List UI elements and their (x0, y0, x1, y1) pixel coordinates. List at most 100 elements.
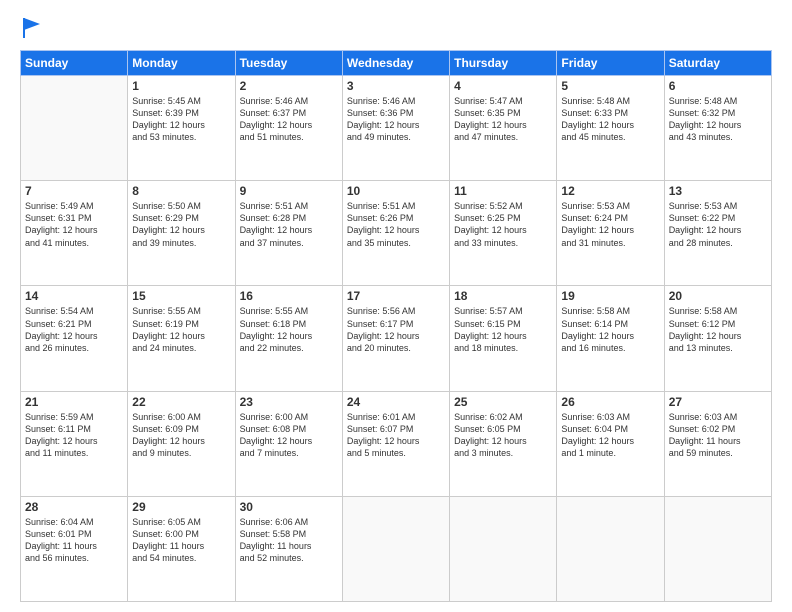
day-number: 28 (25, 500, 123, 514)
week-row-5: 28Sunrise: 6:04 AM Sunset: 6:01 PM Dayli… (21, 496, 772, 601)
calendar-cell: 2Sunrise: 5:46 AM Sunset: 6:37 PM Daylig… (235, 76, 342, 181)
calendar-cell: 24 Sunrise: 6:01 AM Sunset: 6:07 PM Dayli… (342, 391, 449, 496)
day-number: 29 (132, 500, 230, 514)
calendar-cell: 22 Sunrise: 6:00 AM Sunset: 6:09 PM Dayli… (128, 391, 235, 496)
week-row-4: 21Sunrise: 5:59 AM Sunset: 6:11 PM Dayli… (21, 391, 772, 496)
cell-info: Sunrise: 6:03 AM Sunset: 6:04 PM Dayligh… (561, 411, 659, 460)
day-number: 8 (132, 184, 230, 198)
day-number: 17 (347, 289, 445, 303)
cell-info: Sunrise: 5:53 AM Sunset: 6:22 PM Dayligh… (669, 200, 767, 249)
cell-info: Sunrise: 6:02 AM Sunset: 6:05 PM Dayligh… (454, 411, 552, 460)
day-number: 13 (669, 184, 767, 198)
calendar-cell: 18 Sunrise: 5:57 AM Sunset: 6:15 PM Dayli… (450, 286, 557, 391)
weekday-header-sunday: Sunday (21, 51, 128, 76)
day-number: 27 (669, 395, 767, 409)
weekday-header-row: SundayMondayTuesdayWednesdayThursdayFrid… (21, 51, 772, 76)
cell-info: Sunrise: 5:49 AM Sunset: 6:31 PM Dayligh… (25, 200, 123, 249)
calendar-cell: 11 Sunrise: 5:52 AM Sunset: 6:25 PM Dayli… (450, 181, 557, 286)
day-number: 30 (240, 500, 338, 514)
calendar-cell: 10 Sunrise: 5:51 AM Sunset: 6:26 PM Dayli… (342, 181, 449, 286)
week-row-3: 14 Sunrise: 5:54 AM Sunset: 6:21 PM Dayli… (21, 286, 772, 391)
weekday-header-wednesday: Wednesday (342, 51, 449, 76)
calendar-cell: 7 Sunrise: 5:49 AM Sunset: 6:31 PM Daylig… (21, 181, 128, 286)
day-number: 18 (454, 289, 552, 303)
cell-info: Sunrise: 6:05 AM Sunset: 6:00 PM Dayligh… (132, 516, 230, 565)
day-number: 12 (561, 184, 659, 198)
calendar-cell: 12 Sunrise: 5:53 AM Sunset: 6:24 PM Dayli… (557, 181, 664, 286)
calendar-cell: 25 Sunrise: 6:02 AM Sunset: 6:05 PM Dayli… (450, 391, 557, 496)
day-number: 22 (132, 395, 230, 409)
calendar-cell: 19Sunrise: 5:58 AM Sunset: 6:14 PM Dayli… (557, 286, 664, 391)
cell-info: Sunrise: 5:58 AM Sunset: 6:12 PM Dayligh… (669, 305, 767, 354)
calendar-cell: 8Sunrise: 5:50 AM Sunset: 6:29 PM Daylig… (128, 181, 235, 286)
day-number: 11 (454, 184, 552, 198)
calendar-cell: 15 Sunrise: 5:55 AM Sunset: 6:19 PM Dayli… (128, 286, 235, 391)
calendar-cell: 23 Sunrise: 6:00 AM Sunset: 6:08 PM Dayli… (235, 391, 342, 496)
cell-info: Sunrise: 5:47 AM Sunset: 6:35 PM Dayligh… (454, 95, 552, 144)
calendar-cell: 5 Sunrise: 5:48 AM Sunset: 6:33 PM Daylig… (557, 76, 664, 181)
day-number: 23 (240, 395, 338, 409)
day-number: 7 (25, 184, 123, 198)
weekday-header-monday: Monday (128, 51, 235, 76)
cell-info: Sunrise: 5:48 AM Sunset: 6:33 PM Dayligh… (561, 95, 659, 144)
day-number: 9 (240, 184, 338, 198)
cell-info: Sunrise: 5:51 AM Sunset: 6:26 PM Dayligh… (347, 200, 445, 249)
calendar-cell: 4 Sunrise: 5:47 AM Sunset: 6:35 PM Daylig… (450, 76, 557, 181)
calendar-cell (21, 76, 128, 181)
calendar-cell (342, 496, 449, 601)
calendar-table: SundayMondayTuesdayWednesdayThursdayFrid… (20, 50, 772, 602)
week-row-2: 7 Sunrise: 5:49 AM Sunset: 6:31 PM Daylig… (21, 181, 772, 286)
day-number: 24 (347, 395, 445, 409)
calendar-cell (664, 496, 771, 601)
day-number: 26 (561, 395, 659, 409)
calendar-cell: 17 Sunrise: 5:56 AM Sunset: 6:17 PM Dayli… (342, 286, 449, 391)
logo-icon (22, 16, 42, 40)
weekday-header-thursday: Thursday (450, 51, 557, 76)
cell-info: Sunrise: 5:56 AM Sunset: 6:17 PM Dayligh… (347, 305, 445, 354)
day-number: 20 (669, 289, 767, 303)
cell-info: Sunrise: 5:55 AM Sunset: 6:19 PM Dayligh… (132, 305, 230, 354)
cell-info: Sunrise: 5:52 AM Sunset: 6:25 PM Dayligh… (454, 200, 552, 249)
cell-info: Sunrise: 5:48 AM Sunset: 6:32 PM Dayligh… (669, 95, 767, 144)
cell-info: Sunrise: 5:51 AM Sunset: 6:28 PM Dayligh… (240, 200, 338, 249)
logo (20, 16, 42, 40)
day-number: 10 (347, 184, 445, 198)
cell-info: Sunrise: 5:46 AM Sunset: 6:36 PM Dayligh… (347, 95, 445, 144)
weekday-header-saturday: Saturday (664, 51, 771, 76)
day-number: 25 (454, 395, 552, 409)
cell-info: Sunrise: 5:54 AM Sunset: 6:21 PM Dayligh… (25, 305, 123, 354)
calendar-cell: 26 Sunrise: 6:03 AM Sunset: 6:04 PM Dayli… (557, 391, 664, 496)
cell-info: Sunrise: 5:45 AM Sunset: 6:39 PM Dayligh… (132, 95, 230, 144)
calendar-cell: 28Sunrise: 6:04 AM Sunset: 6:01 PM Dayli… (21, 496, 128, 601)
calendar-cell: 1Sunrise: 5:45 AM Sunset: 6:39 PM Daylig… (128, 76, 235, 181)
day-number: 15 (132, 289, 230, 303)
weekday-header-tuesday: Tuesday (235, 51, 342, 76)
cell-info: Sunrise: 5:46 AM Sunset: 6:37 PM Dayligh… (240, 95, 338, 144)
calendar-cell: 16Sunrise: 5:55 AM Sunset: 6:18 PM Dayli… (235, 286, 342, 391)
calendar-cell: 20 Sunrise: 5:58 AM Sunset: 6:12 PM Dayli… (664, 286, 771, 391)
calendar-cell: 29 Sunrise: 6:05 AM Sunset: 6:00 PM Dayli… (128, 496, 235, 601)
day-number: 6 (669, 79, 767, 93)
cell-info: Sunrise: 5:53 AM Sunset: 6:24 PM Dayligh… (561, 200, 659, 249)
day-number: 3 (347, 79, 445, 93)
calendar-cell (557, 496, 664, 601)
day-number: 4 (454, 79, 552, 93)
weekday-header-friday: Friday (557, 51, 664, 76)
calendar-cell: 21Sunrise: 5:59 AM Sunset: 6:11 PM Dayli… (21, 391, 128, 496)
cell-info: Sunrise: 6:01 AM Sunset: 6:07 PM Dayligh… (347, 411, 445, 460)
cell-info: Sunrise: 6:00 AM Sunset: 6:09 PM Dayligh… (132, 411, 230, 460)
cell-info: Sunrise: 6:03 AM Sunset: 6:02 PM Dayligh… (669, 411, 767, 460)
cell-info: Sunrise: 5:59 AM Sunset: 6:11 PM Dayligh… (25, 411, 123, 460)
cell-info: Sunrise: 6:06 AM Sunset: 5:58 PM Dayligh… (240, 516, 338, 565)
calendar-cell (450, 496, 557, 601)
day-number: 5 (561, 79, 659, 93)
cell-info: Sunrise: 6:00 AM Sunset: 6:08 PM Dayligh… (240, 411, 338, 460)
header (20, 16, 772, 40)
week-row-1: 1Sunrise: 5:45 AM Sunset: 6:39 PM Daylig… (21, 76, 772, 181)
calendar-cell: 14 Sunrise: 5:54 AM Sunset: 6:21 PM Dayli… (21, 286, 128, 391)
cell-info: Sunrise: 5:57 AM Sunset: 6:15 PM Dayligh… (454, 305, 552, 354)
calendar-cell: 13 Sunrise: 5:53 AM Sunset: 6:22 PM Dayli… (664, 181, 771, 286)
calendar-cell: 30 Sunrise: 6:06 AM Sunset: 5:58 PM Dayli… (235, 496, 342, 601)
day-number: 19 (561, 289, 659, 303)
day-number: 14 (25, 289, 123, 303)
